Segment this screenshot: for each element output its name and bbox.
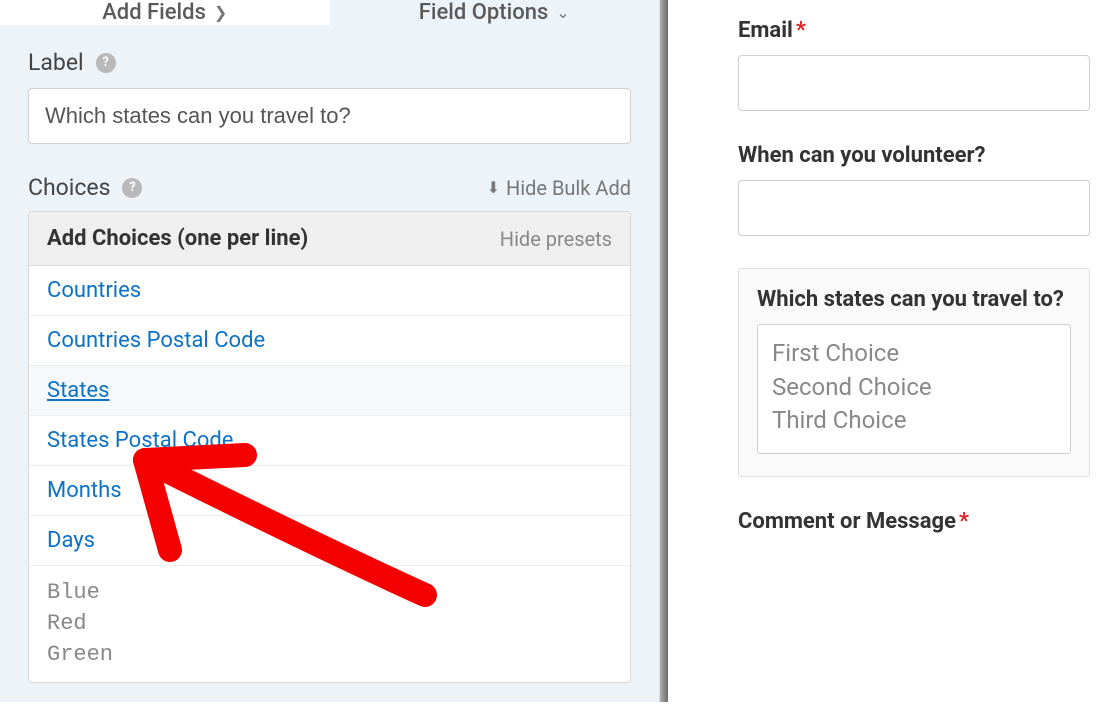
select-option: Second Choice xyxy=(772,371,1056,405)
required-asterisk: * xyxy=(959,509,969,534)
preset-days[interactable]: Days xyxy=(29,516,630,566)
preset-countries-postal-code[interactable]: Countries Postal Code xyxy=(29,316,630,366)
hide-bulk-add-link[interactable]: ⬇ Hide Bulk Add xyxy=(487,176,631,200)
comment-label: Comment or Message* xyxy=(738,509,1090,534)
chevron-right-icon: ❯ xyxy=(214,3,227,22)
email-label: Email* xyxy=(738,18,1090,43)
chevron-down-icon: ⌄ xyxy=(556,3,569,22)
choices-textarea[interactable]: Blue Red Green xyxy=(29,566,630,682)
email-label-text: Email xyxy=(738,18,793,43)
preset-months[interactable]: Months xyxy=(29,466,630,516)
select-option: First Choice xyxy=(772,337,1056,371)
textarea-line: Red xyxy=(47,609,612,640)
tab-add-fields[interactable]: Add Fields ❯ xyxy=(0,0,330,25)
selected-field-container[interactable]: Which states can you travel to? First Ch… xyxy=(738,268,1090,477)
help-icon[interactable]: ? xyxy=(96,53,116,73)
select-option: Third Choice xyxy=(772,404,1056,438)
textarea-line: Green xyxy=(47,640,612,671)
states-field-label: Which states can you travel to? xyxy=(757,287,1071,312)
preset-states-postal-code[interactable]: States Postal Code xyxy=(29,416,630,466)
hide-presets-link[interactable]: Hide presets xyxy=(500,227,612,251)
tab-field-options-label: Field Options xyxy=(419,0,549,25)
preset-countries[interactable]: Countries xyxy=(29,266,630,316)
label-section-title: Label xyxy=(28,49,84,76)
help-icon[interactable]: ? xyxy=(122,178,142,198)
comment-label-text: Comment or Message xyxy=(738,509,956,534)
panel-divider xyxy=(660,0,668,702)
preset-states[interactable]: States xyxy=(29,366,630,416)
hide-bulk-label: Hide Bulk Add xyxy=(506,176,631,200)
tab-field-options[interactable]: Field Options ⌄ xyxy=(330,0,660,25)
email-field[interactable] xyxy=(738,55,1090,111)
volunteer-label: When can you volunteer? xyxy=(738,143,1090,168)
required-asterisk: * xyxy=(796,18,806,43)
states-multi-select[interactable]: First Choice Second Choice Third Choice xyxy=(757,324,1071,454)
choices-section-title: Choices xyxy=(28,174,110,201)
add-choices-title: Add Choices (one per line) xyxy=(47,226,308,251)
volunteer-field[interactable] xyxy=(738,180,1090,236)
download-icon: ⬇ xyxy=(487,178,500,197)
label-input[interactable] xyxy=(28,88,631,144)
textarea-line: Blue xyxy=(47,578,612,609)
tab-add-fields-label: Add Fields xyxy=(102,0,206,25)
